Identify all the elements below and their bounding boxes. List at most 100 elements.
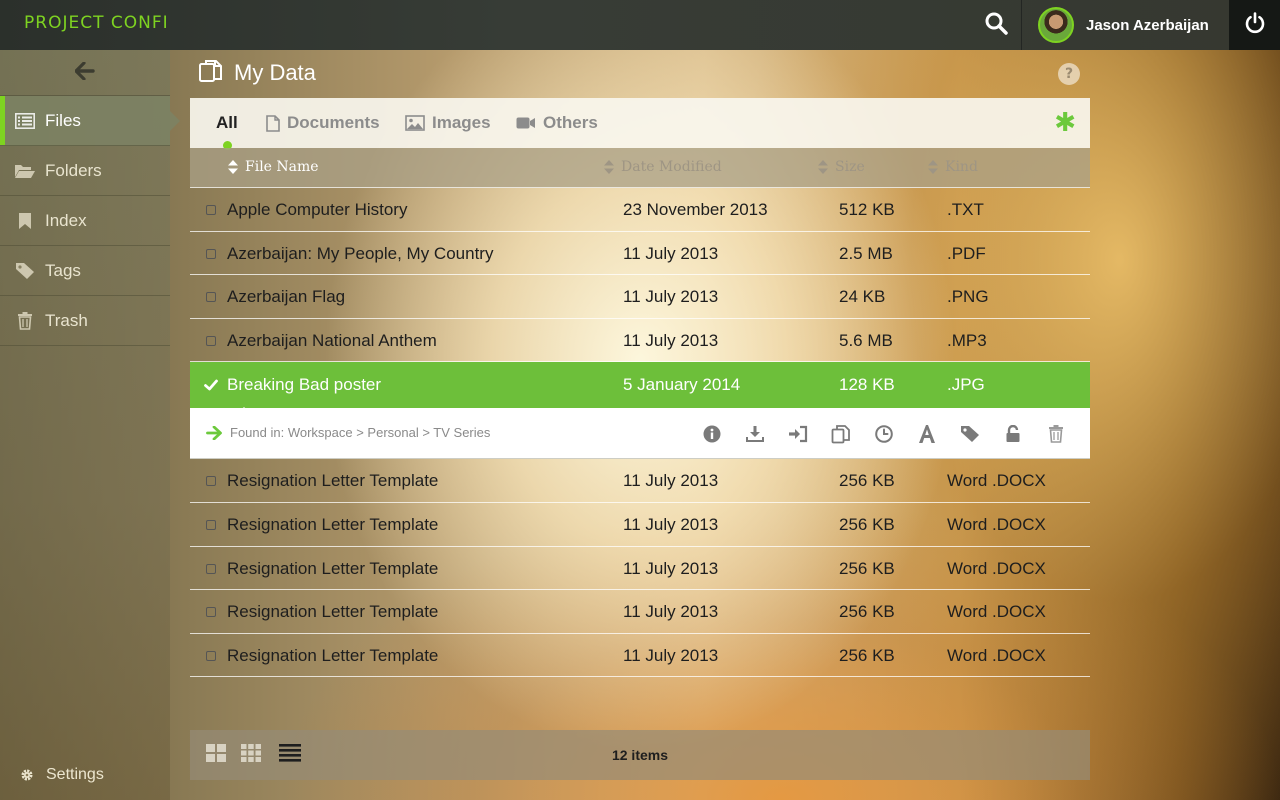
table-row[interactable]: Azerbaijan Flag 11 July 2013 24 KB .PNG — [190, 275, 1090, 319]
row-checkbox[interactable] — [206, 335, 216, 346]
app-logo[interactable]: PROJECT CONFI — [24, 13, 169, 33]
row-checkbox[interactable] — [206, 205, 216, 215]
sidebar-item-tags[interactable]: Tags — [0, 246, 170, 296]
file-kind: .PNG — [947, 287, 989, 307]
table-row[interactable]: Resignation Letter Template 11 July 2013… — [190, 459, 1090, 503]
file-date: 11 July 2013 — [623, 645, 719, 665]
user-menu[interactable]: Jason Azerbaijan — [1038, 6, 1209, 44]
table-row[interactable]: Resignation Letter Template 11 July 2013… — [190, 503, 1090, 547]
sort-icon — [228, 160, 238, 174]
row-checkbox[interactable] — [206, 476, 216, 487]
unlock-icon[interactable] — [991, 424, 1034, 444]
tab-label: All — [216, 113, 238, 132]
image-icon — [405, 115, 425, 131]
sidebar-item-trash[interactable]: Trash — [0, 296, 170, 346]
tab-label: Documents — [287, 113, 380, 132]
row-checkbox[interactable] — [206, 519, 216, 530]
arrow-left-icon — [74, 60, 95, 84]
bookmark-icon — [13, 212, 37, 230]
table-row[interactable]: Azerbaijan: My People, My Country 11 Jul… — [190, 232, 1090, 276]
tab-documents[interactable]: Documents — [266, 113, 380, 133]
search-icon — [984, 11, 1008, 39]
move-icon[interactable] — [776, 424, 819, 444]
download-icon[interactable] — [733, 424, 776, 444]
tag-icon[interactable] — [948, 424, 991, 444]
video-camera-icon — [516, 116, 536, 130]
rename-font-icon[interactable] — [905, 424, 948, 444]
found-in-text: Found in: Workspace > Personal > TV Seri… — [230, 425, 491, 441]
avatar — [1038, 7, 1074, 43]
sort-icon — [818, 160, 828, 174]
info-icon[interactable] — [690, 424, 733, 444]
page-title: My Data — [234, 60, 316, 85]
column-label: Size — [835, 159, 865, 175]
tab-images[interactable]: Images — [405, 113, 491, 133]
tab-others[interactable]: Others — [516, 113, 598, 133]
help-button[interactable]: ? — [1058, 63, 1080, 85]
search-button[interactable] — [972, 0, 1020, 50]
copy-files-icon — [198, 58, 224, 88]
file-panel: All Documents Images Others ✱ File Name … — [190, 98, 1090, 780]
sidebar-item-folders[interactable]: Folders — [0, 146, 170, 196]
tag-icon — [13, 262, 37, 280]
table-row[interactable]: Resignation Letter Template 11 July 2013… — [190, 547, 1090, 591]
arrow-right-icon — [206, 425, 222, 440]
row-checkbox[interactable] — [206, 607, 216, 618]
file-size: 256 KB — [839, 514, 895, 534]
sort-icon — [928, 160, 938, 174]
file-name: Azerbaijan: My People, My Country — [227, 243, 494, 263]
sidebar-item-index[interactable]: Index — [0, 196, 170, 246]
column-label: Kind — [945, 159, 978, 175]
row-checkbox[interactable] — [206, 650, 216, 661]
file-kind: Word .DOCX — [947, 558, 1046, 578]
settings-link[interactable]: Settings — [20, 766, 104, 784]
new-item-button[interactable]: ✱ — [1054, 108, 1076, 138]
document-icon — [266, 114, 280, 132]
sidebar-item-files[interactable]: Files — [0, 96, 180, 146]
column-label: File Name — [245, 159, 319, 175]
tab-all[interactable]: All — [216, 113, 238, 150]
file-size: 256 KB — [839, 602, 895, 622]
table-row-selected[interactable]: Breaking Bad poster 5 January 2014 128 K… — [190, 362, 1090, 417]
file-date: 11 July 2013 — [623, 471, 719, 491]
file-name: Azerbaijan Flag — [227, 287, 346, 307]
file-date: 11 July 2013 — [623, 330, 719, 350]
table-header: File Name Date Modified Size Kind — [190, 148, 1090, 188]
trash-icon[interactable] — [1034, 424, 1077, 444]
file-kind: .TXT — [947, 200, 984, 219]
file-date: 11 July 2013 — [623, 287, 719, 307]
settings-label: Settings — [46, 766, 104, 783]
column-header-size[interactable]: Size — [818, 159, 865, 175]
column-header-file-name[interactable]: File Name — [228, 159, 319, 175]
back-button[interactable] — [0, 50, 170, 96]
table-row[interactable]: Azerbaijan National Anthem 11 July 2013 … — [190, 319, 1090, 363]
file-name: Azerbaijan National Anthem — [227, 330, 437, 350]
file-date: 11 July 2013 — [623, 514, 719, 534]
checkmark-icon[interactable] — [204, 376, 218, 396]
file-date: 11 July 2013 — [623, 243, 719, 263]
sidebar-item-label: Folders — [45, 160, 102, 180]
copy-icon[interactable] — [819, 424, 862, 444]
column-header-date-modified[interactable]: Date Modified — [604, 159, 722, 175]
power-button[interactable] — [1229, 0, 1280, 50]
column-label: Date Modified — [621, 159, 722, 175]
clock-icon[interactable] — [862, 424, 905, 444]
file-detail-bar: Found in: Workspace > Personal > TV Seri… — [190, 408, 1090, 460]
table-row[interactable]: Resignation Letter Template 11 July 2013… — [190, 634, 1090, 678]
topbar-divider — [1021, 0, 1022, 50]
file-size: 24 KB — [839, 287, 886, 307]
trash-icon — [13, 311, 37, 330]
row-checkbox[interactable] — [206, 563, 216, 574]
row-checkbox[interactable] — [206, 248, 216, 259]
file-kind: .JPG — [947, 375, 985, 395]
user-name: Jason Azerbaijan — [1086, 16, 1209, 34]
panel-footer: 12 items — [190, 730, 1090, 780]
column-header-kind[interactable]: Kind — [928, 159, 978, 175]
file-actions — [690, 424, 1077, 444]
sidebar-item-label: Trash — [45, 310, 88, 330]
table-row[interactable]: Resignation Letter Template 11 July 2013… — [190, 590, 1090, 634]
row-checkbox[interactable] — [206, 292, 216, 303]
table-row[interactable]: Apple Computer History 23 November 2013 … — [190, 188, 1090, 232]
filter-tabs: All Documents Images Others ✱ — [190, 98, 1090, 150]
tab-label: Others — [543, 113, 598, 132]
